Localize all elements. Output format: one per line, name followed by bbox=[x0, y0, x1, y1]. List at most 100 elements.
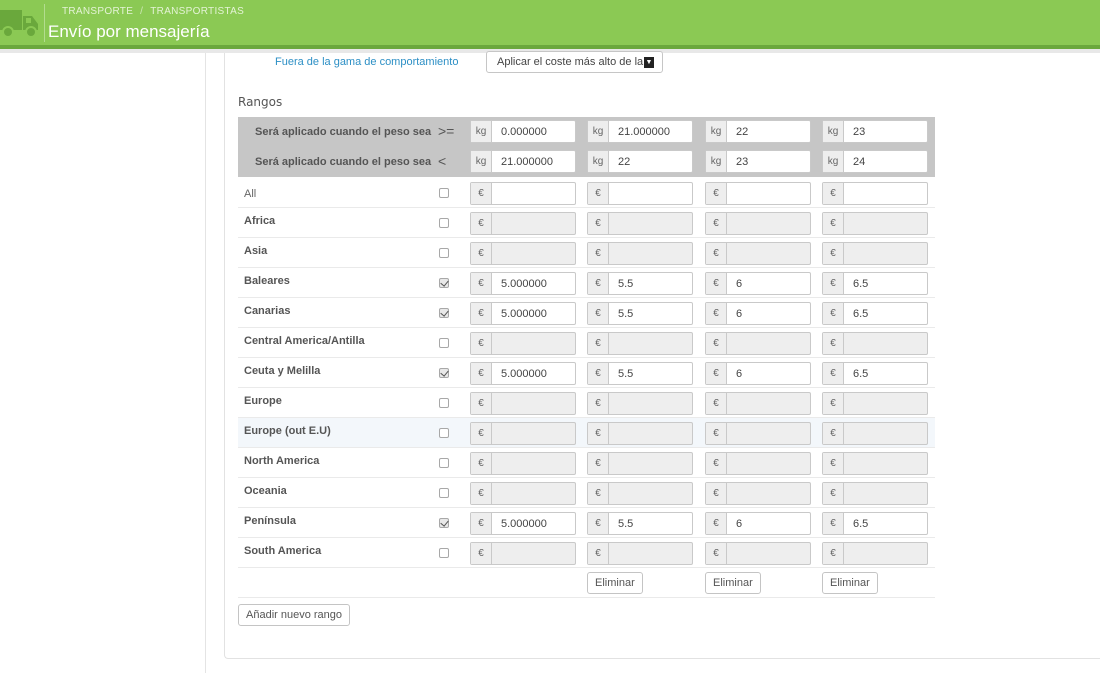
euro-addon: € bbox=[706, 213, 727, 234]
weight-input[interactable]: kg 22 bbox=[587, 150, 693, 173]
price-input[interactable]: €6 bbox=[705, 512, 811, 535]
price-input[interactable]: € bbox=[705, 422, 811, 445]
add-range-button[interactable]: Añadir nuevo rango bbox=[238, 604, 351, 626]
delete-range-button[interactable]: Eliminar bbox=[587, 572, 643, 594]
price-input[interactable]: € bbox=[822, 182, 928, 205]
euro-addon: € bbox=[823, 213, 844, 234]
price-input[interactable]: € bbox=[587, 422, 693, 445]
weight-operator: < bbox=[438, 153, 447, 169]
price-input[interactable]: €6 bbox=[705, 362, 811, 385]
euro-addon: € bbox=[823, 333, 844, 354]
price-input[interactable]: € bbox=[705, 332, 811, 355]
price-input[interactable]: €5.5 bbox=[587, 362, 693, 385]
price-input[interactable]: €5.5 bbox=[587, 302, 693, 325]
zone-checkbox[interactable] bbox=[439, 308, 449, 318]
zone-checkbox[interactable] bbox=[439, 338, 449, 348]
price-input[interactable]: € bbox=[470, 482, 576, 505]
euro-addon: € bbox=[823, 543, 844, 564]
price-input[interactable]: € bbox=[705, 242, 811, 265]
price-input[interactable]: € bbox=[470, 212, 576, 235]
weight-input[interactable]: kg 23 bbox=[822, 120, 928, 143]
price-input[interactable]: €5.000000 bbox=[470, 512, 576, 535]
zone-checkbox[interactable] bbox=[439, 518, 449, 528]
euro-addon: € bbox=[471, 453, 492, 474]
euro-addon: € bbox=[471, 483, 492, 504]
price-input[interactable]: € bbox=[822, 422, 928, 445]
price-input[interactable]: €6.5 bbox=[822, 272, 928, 295]
out-of-range-behavior-select[interactable]: Aplicar el coste más alto de la ▼ bbox=[486, 51, 663, 73]
weight-value: 21.000000 bbox=[501, 156, 553, 168]
euro-addon: € bbox=[588, 423, 609, 444]
price-input[interactable]: € bbox=[470, 392, 576, 415]
price-input[interactable]: € bbox=[822, 392, 928, 415]
zone-checkbox[interactable] bbox=[439, 548, 449, 558]
zone-checkbox[interactable] bbox=[439, 398, 449, 408]
price-input[interactable]: €5.5 bbox=[587, 512, 693, 535]
zone-checkbox[interactable] bbox=[439, 458, 449, 468]
price-input[interactable]: € bbox=[705, 182, 811, 205]
price-input[interactable]: € bbox=[822, 542, 928, 565]
price-input[interactable]: € bbox=[705, 542, 811, 565]
weight-input[interactable]: kg 23 bbox=[705, 150, 811, 173]
breadcrumb-item-transportistas[interactable]: TRANSPORTISTAS bbox=[150, 6, 244, 17]
zone-checkbox[interactable] bbox=[439, 368, 449, 378]
zone-name: Central America/Antilla bbox=[244, 335, 365, 347]
price-input[interactable]: € bbox=[705, 482, 811, 505]
price-input[interactable]: €6.5 bbox=[822, 512, 928, 535]
price-input[interactable]: € bbox=[705, 452, 811, 475]
weight-value: 23 bbox=[736, 156, 749, 168]
price-input[interactable]: € bbox=[822, 212, 928, 235]
price-input[interactable]: €5.000000 bbox=[470, 302, 576, 325]
weight-input[interactable]: kg 21.000000 bbox=[587, 120, 693, 143]
price-input[interactable]: € bbox=[470, 452, 576, 475]
price-input[interactable]: € bbox=[470, 242, 576, 265]
zone-checkbox[interactable] bbox=[439, 278, 449, 288]
price-input[interactable]: €5.5 bbox=[587, 272, 693, 295]
zone-checkbox[interactable] bbox=[439, 188, 449, 198]
price-input[interactable]: €5.000000 bbox=[470, 272, 576, 295]
zone-checkbox[interactable] bbox=[439, 488, 449, 498]
price-input[interactable]: € bbox=[705, 392, 811, 415]
price-input[interactable]: € bbox=[587, 542, 693, 565]
price-input[interactable]: € bbox=[587, 482, 693, 505]
price-input[interactable]: € bbox=[587, 182, 693, 205]
weight-input[interactable]: kg 22 bbox=[705, 120, 811, 143]
weight-value: 24 bbox=[853, 156, 866, 168]
zone-name: South America bbox=[244, 545, 322, 557]
sidebar-divider bbox=[205, 53, 206, 673]
price-input[interactable]: €6.5 bbox=[822, 302, 928, 325]
price-input[interactable]: € bbox=[587, 332, 693, 355]
euro-addon: € bbox=[588, 363, 609, 384]
delete-range-button[interactable]: Eliminar bbox=[705, 572, 761, 594]
zone-checkbox[interactable] bbox=[439, 218, 449, 228]
euro-addon: € bbox=[588, 273, 609, 294]
price-input[interactable]: € bbox=[470, 182, 576, 205]
price-input[interactable]: € bbox=[587, 212, 693, 235]
price-input[interactable]: €6 bbox=[705, 302, 811, 325]
breadcrumb-item-transporte[interactable]: TRANSPORTE bbox=[62, 6, 133, 17]
zone-checkbox[interactable] bbox=[439, 248, 449, 258]
euro-addon: € bbox=[471, 243, 492, 264]
price-input[interactable]: € bbox=[822, 452, 928, 475]
price-input[interactable]: €5.000000 bbox=[470, 362, 576, 385]
price-input[interactable]: € bbox=[587, 242, 693, 265]
zone-checkbox[interactable] bbox=[439, 428, 449, 438]
price-input[interactable]: € bbox=[470, 422, 576, 445]
price-input[interactable]: € bbox=[470, 332, 576, 355]
price-input[interactable]: € bbox=[587, 452, 693, 475]
chevron-down-icon[interactable]: ▼ bbox=[644, 57, 654, 68]
weight-input[interactable]: kg 21.000000 bbox=[470, 150, 576, 173]
price-input[interactable]: € bbox=[822, 482, 928, 505]
weight-input[interactable]: kg 24 bbox=[822, 150, 928, 173]
euro-addon: € bbox=[823, 513, 844, 534]
price-input[interactable]: € bbox=[822, 332, 928, 355]
price-input[interactable]: € bbox=[822, 242, 928, 265]
delete-range-button[interactable]: Eliminar bbox=[822, 572, 878, 594]
price-input[interactable]: € bbox=[470, 542, 576, 565]
price-input[interactable]: € bbox=[705, 212, 811, 235]
ranges-title: Rangos bbox=[238, 95, 283, 109]
price-input[interactable]: €6 bbox=[705, 272, 811, 295]
weight-input[interactable]: kg 0.000000 bbox=[470, 120, 576, 143]
price-input[interactable]: € bbox=[587, 392, 693, 415]
price-input[interactable]: €6.5 bbox=[822, 362, 928, 385]
